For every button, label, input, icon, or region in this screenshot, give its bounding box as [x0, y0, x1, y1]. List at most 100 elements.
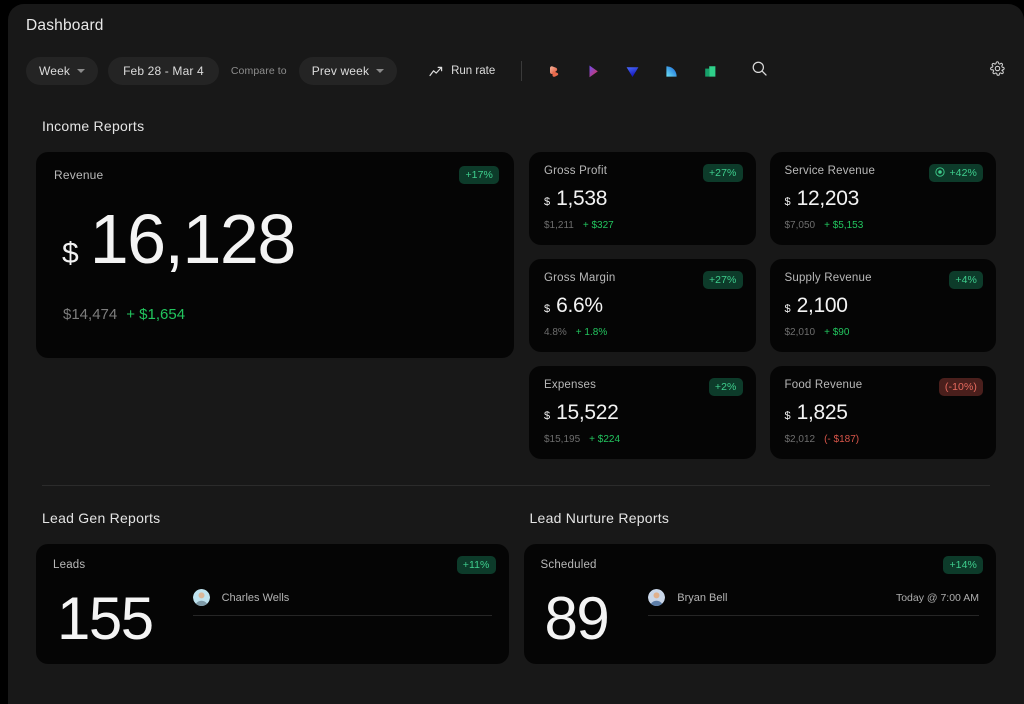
page-title: Dashboard — [26, 17, 104, 35]
delta-value: + $1,654 — [126, 306, 185, 323]
card-revenue[interactable]: Revenue +17% $ 16,128 $14,474 + $1,654 — [36, 152, 514, 358]
list-item[interactable]: Charles Wells — [193, 589, 492, 616]
lead-name: Charles Wells — [222, 592, 290, 604]
scheduled-count: 89 — [545, 589, 609, 649]
period-selector-label: Week — [39, 64, 70, 78]
badge-value: +27% — [709, 167, 737, 179]
lead-time: Today @ 7:00 AM — [896, 592, 979, 604]
hero-comparison: $14,474 + $1,654 — [63, 306, 496, 323]
compare-period-label: Prev week — [312, 64, 369, 78]
card-leads[interactable]: Leads +11% 155 — [36, 544, 509, 664]
app-logo-5-icon[interactable] — [702, 63, 719, 80]
metric-amount: 15,522 — [556, 401, 618, 425]
metric-amount: 1,825 — [797, 401, 848, 425]
currency-symbol: $ — [785, 303, 791, 315]
card-metric[interactable]: Supply Revenue+4%$2,100$2,010+ $90 — [770, 259, 997, 352]
status-badge: +14% — [943, 556, 983, 574]
delta-value: (- $187) — [824, 434, 859, 445]
bottom-reports-grid: Lead Gen Reports Leads +11% 155 — [36, 486, 996, 664]
app-window: Dashboard Week Feb 28 - Mar 4 Compare to… — [8, 4, 1024, 704]
toolbar: Week Feb 28 - Mar 4 Compare to Prev week… — [8, 48, 1024, 94]
lead-gen-column: Lead Gen Reports Leads +11% 155 — [36, 486, 509, 664]
list-item[interactable]: Bryan Bell Today @ 7:00 AM — [648, 589, 979, 616]
card-metric[interactable]: Gross Profit+27%$1,538$1,211+ $327 — [529, 152, 756, 245]
badge-value: (-10%) — [945, 381, 977, 393]
metric-amount: 2,100 — [797, 294, 848, 318]
status-badge: +42% — [929, 164, 983, 182]
badge-value: +17% — [465, 169, 493, 181]
status-badge: +2% — [709, 378, 743, 396]
badge-value: +11% — [463, 559, 490, 571]
hero-value: $ 16,128 — [62, 204, 496, 274]
card-label: Scheduled — [541, 559, 980, 571]
section-title-lead-nurture: Lead Nurture Reports — [530, 510, 997, 526]
settings-button[interactable] — [989, 60, 1006, 82]
date-range-label: Feb 28 - Mar 4 — [123, 64, 204, 78]
metric-value: $1,825 — [785, 401, 982, 425]
badge-value: +4% — [955, 274, 977, 286]
currency-symbol: $ — [785, 196, 791, 208]
app-logo-2-icon[interactable] — [585, 63, 602, 80]
compare-period-selector[interactable]: Prev week — [299, 57, 397, 85]
metric-comparison: $2,010+ $90 — [785, 327, 982, 338]
status-badge: (-10%) — [939, 378, 983, 396]
section-title-income: Income Reports — [42, 118, 996, 134]
card-label: Leads — [53, 559, 492, 571]
toolbar-divider — [521, 61, 522, 81]
app-logo-4-icon[interactable] — [663, 63, 680, 80]
gear-icon — [989, 60, 1006, 82]
metric-comparison: $7,050+ $5,153 — [785, 220, 982, 231]
chevron-down-icon — [77, 69, 85, 73]
status-badge: +11% — [457, 556, 496, 574]
delta-value: + $5,153 — [824, 220, 863, 231]
metric-amount: 1,538 — [556, 187, 607, 211]
card-metric[interactable]: Expenses+2%$15,522$15,195+ $224 — [529, 366, 756, 459]
metric-comparison: $15,195 + $224 — [544, 434, 741, 445]
status-badge: +27% — [703, 164, 743, 182]
card-metric[interactable]: Food Revenue(-10%)$1,825$2,012 (- $187) — [770, 366, 997, 459]
target-circle-icon — [935, 167, 945, 180]
card-scheduled[interactable]: Scheduled +14% 89 — [524, 544, 997, 664]
lead-body: 89 Bryan Bell — [541, 589, 980, 649]
previous-value: $15,195 — [544, 434, 580, 445]
status-badge: +17% — [459, 166, 499, 184]
currency-symbol: $ — [785, 410, 791, 422]
app-logo-3-icon[interactable] — [624, 63, 641, 80]
compare-to-label: Compare to — [229, 65, 289, 77]
period-selector[interactable]: Week — [26, 57, 98, 85]
run-rate-button[interactable]: Run rate — [429, 65, 495, 77]
metric-amount: 6.6% — [556, 294, 603, 318]
card-metric[interactable]: Gross Margin+27%$6.6%4.8%+ 1.8% — [529, 259, 756, 352]
hero-amount: 16,128 — [90, 204, 295, 274]
lead-body: 155 Charles Wells — [53, 589, 492, 649]
date-range-selector[interactable]: Feb 28 - Mar 4 — [108, 57, 219, 85]
delta-value: + $224 — [589, 434, 620, 445]
status-badge: +27% — [703, 271, 743, 289]
badge-value: +2% — [715, 381, 737, 393]
badge-value: +27% — [709, 274, 737, 286]
metric-value: $12,203 — [785, 187, 982, 211]
app-logo-1-icon[interactable] — [546, 63, 563, 80]
search-icon — [751, 60, 768, 82]
badge-value: +14% — [949, 559, 977, 571]
status-badge: +4% — [949, 271, 983, 289]
delta-value: + $327 — [583, 220, 614, 231]
search-button[interactable] — [751, 60, 768, 82]
lead-list: Charles Wells — [193, 589, 492, 649]
section-title-lead-gen: Lead Gen Reports — [42, 510, 509, 526]
previous-value: 4.8% — [544, 327, 567, 338]
lead-list: Bryan Bell Today @ 7:00 AM — [648, 589, 979, 649]
metric-card-grid: Gross Profit+27%$1,538$1,211+ $327Servic… — [529, 152, 996, 459]
currency-symbol: $ — [544, 196, 550, 208]
metric-value: $6.6% — [544, 294, 741, 318]
run-rate-label: Run rate — [451, 65, 495, 77]
card-metric[interactable]: Service Revenue+42%$12,203$7,050+ $5,153 — [770, 152, 997, 245]
hero-card-column: Revenue +17% $ 16,128 $14,474 + $1,654 — [36, 152, 514, 358]
metric-comparison: $2,012 (- $187) — [785, 434, 982, 445]
card-label: Revenue — [54, 168, 496, 182]
metric-amount: 12,203 — [797, 187, 859, 211]
app-logo-group — [546, 63, 719, 80]
main-content: Income Reports Revenue +17% $ 16,128 $14… — [8, 118, 1024, 664]
income-reports-grid: Revenue +17% $ 16,128 $14,474 + $1,654 G… — [36, 152, 996, 459]
previous-value: $1,211 — [544, 220, 574, 231]
